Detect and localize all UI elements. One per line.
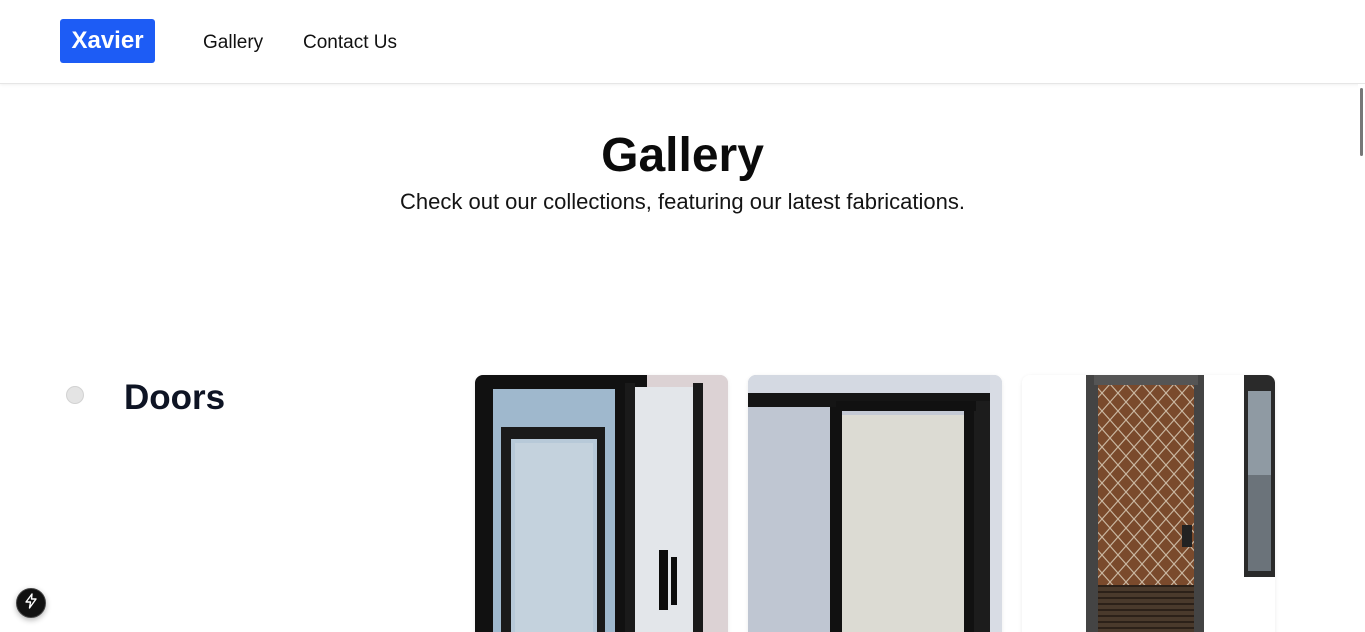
page-title: Gallery (601, 129, 764, 182)
gallery-image-door-1[interactable] (475, 375, 728, 632)
nav-link-gallery[interactable]: Gallery (203, 30, 263, 56)
door-photo-1 (475, 375, 728, 632)
page-subtitle: Check out our collections, featuring our… (400, 189, 965, 214)
top-navbar: Xavier Gallery Contact Us (0, 0, 1365, 84)
door-photo-3 (1022, 375, 1275, 632)
section-bullet (66, 386, 84, 404)
floating-action-button[interactable] (16, 588, 46, 618)
lightning-icon (23, 592, 39, 614)
gallery-image-door-3[interactable] (1022, 375, 1275, 632)
door-photo-2 (748, 375, 1002, 632)
brand-logo[interactable]: Xavier (60, 19, 155, 63)
gallery-image-door-2[interactable] (748, 375, 1002, 632)
section-title-doors: Doors (124, 378, 226, 417)
nav-link-contact-us[interactable]: Contact Us (303, 30, 397, 56)
